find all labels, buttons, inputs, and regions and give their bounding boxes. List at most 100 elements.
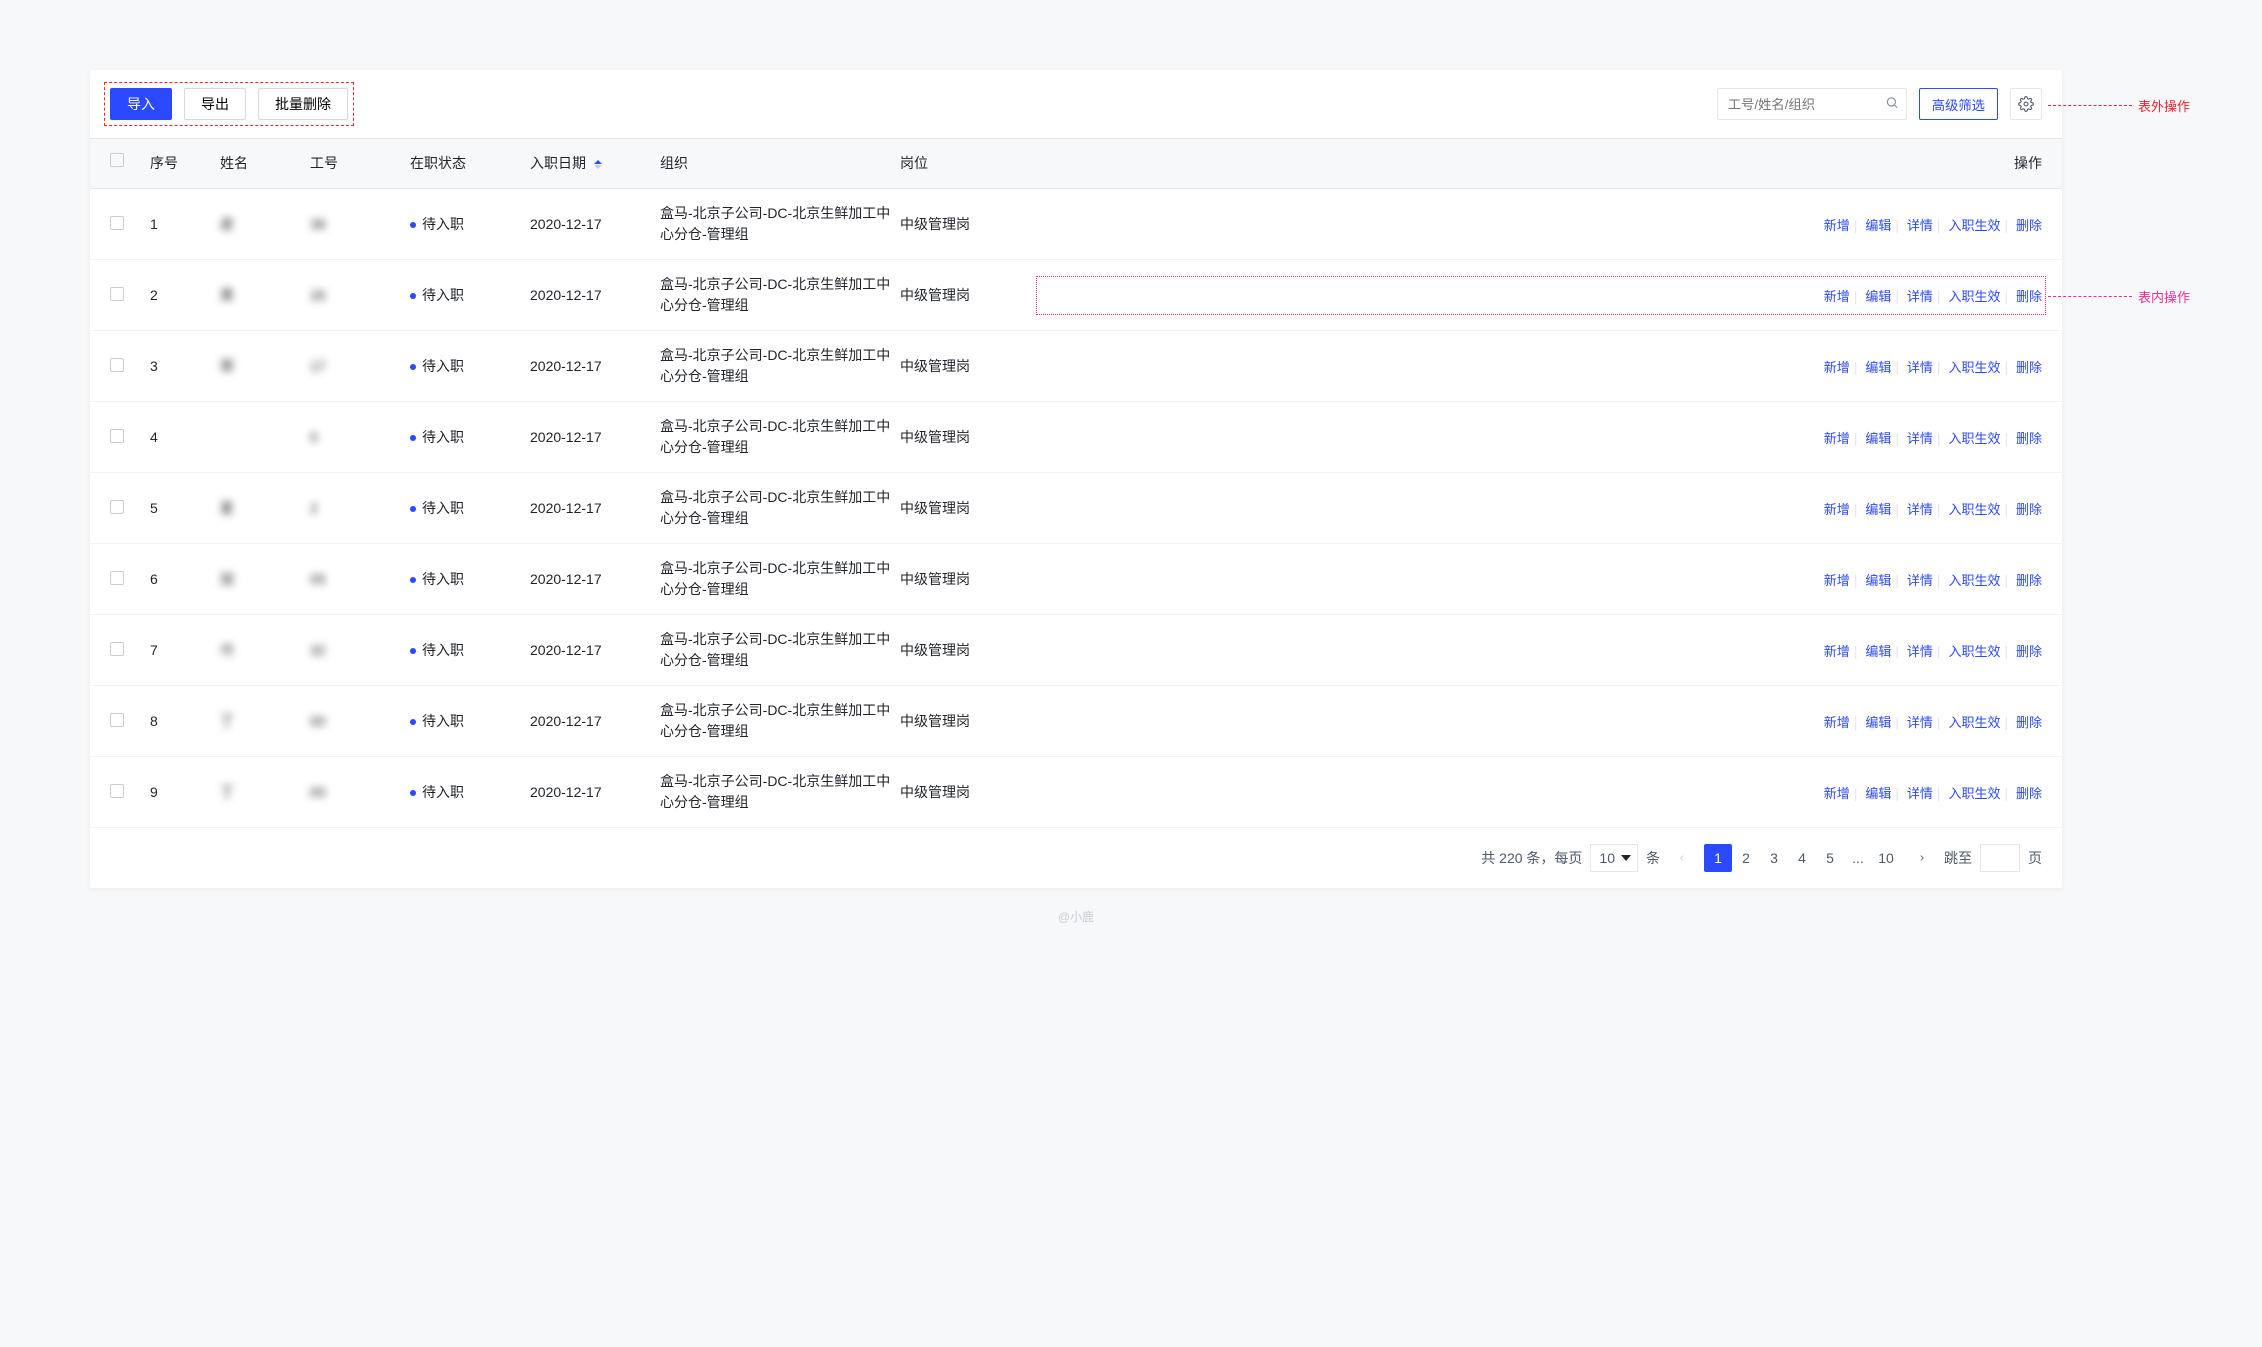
cell-org: 盒马-北京子公司-DC-北京生鲜加工中心分仓-管理组 (660, 558, 900, 600)
pager-page[interactable]: 10 (1872, 844, 1900, 872)
row-checkbox[interactable] (110, 500, 124, 514)
action-activate[interactable]: 入职生效 (1948, 573, 2000, 588)
action-edit[interactable]: 编辑 (1865, 431, 1891, 446)
action-add[interactable]: 新增 (1824, 786, 1850, 801)
action-delete[interactable]: 删除 (2016, 715, 2042, 730)
action-detail[interactable]: 详情 (1907, 573, 1933, 588)
action-add[interactable]: 新增 (1824, 573, 1850, 588)
action-edit[interactable]: 编辑 (1865, 502, 1891, 517)
cell-date: 2020-12-17 (530, 287, 660, 303)
pager-ellipsis: ... (1844, 844, 1872, 872)
row-checkbox[interactable] (110, 571, 124, 585)
action-add[interactable]: 新增 (1824, 715, 1850, 730)
page-size-suffix: 条 (1646, 848, 1660, 868)
action-edit[interactable]: 编辑 (1865, 573, 1891, 588)
action-edit[interactable]: 编辑 (1865, 786, 1891, 801)
settings-button[interactable] (2010, 88, 2042, 120)
checkbox-select-all[interactable] (110, 153, 124, 167)
pager-page[interactable]: 5 (1816, 844, 1844, 872)
cell-index: 3 (150, 358, 220, 374)
action-activate[interactable]: 入职生效 (1948, 715, 2000, 730)
row-checkbox[interactable] (110, 429, 124, 443)
prev-page-button[interactable] (1668, 844, 1696, 872)
col-header-position: 岗位 (900, 153, 1040, 174)
footer-credit: @小鹿 (90, 888, 2062, 945)
cell-index: 5 (150, 500, 220, 516)
action-detail[interactable]: 详情 (1907, 715, 1933, 730)
action-delete[interactable]: 删除 (2016, 431, 2042, 446)
action-activate[interactable]: 入职生效 (1948, 289, 2000, 304)
action-delete[interactable]: 删除 (2016, 502, 2042, 517)
action-add[interactable]: 新增 (1824, 502, 1850, 517)
cell-emp-id: 2 (310, 500, 410, 516)
action-activate[interactable]: 入职生效 (1948, 218, 2000, 233)
action-activate[interactable]: 入职生效 (1948, 431, 2000, 446)
pager-page[interactable]: 1 (1704, 844, 1732, 872)
export-button[interactable]: 导出 (184, 88, 246, 120)
action-edit[interactable]: 编辑 (1865, 644, 1891, 659)
action-add[interactable]: 新增 (1824, 360, 1850, 375)
page-size-select[interactable]: 10 (1590, 844, 1638, 872)
cell-actions: 新增| 编辑| 详情| 入职生效| 删除 (1040, 641, 2042, 660)
cell-emp-id: 26 (310, 287, 410, 303)
action-activate[interactable]: 入职生效 (1948, 502, 2000, 517)
action-detail[interactable]: 详情 (1907, 502, 1933, 517)
cell-name: 加 (220, 569, 310, 589)
action-edit[interactable]: 编辑 (1865, 218, 1891, 233)
action-detail[interactable]: 详情 (1907, 360, 1933, 375)
action-delete[interactable]: 删除 (2016, 360, 2042, 375)
next-page-button[interactable] (1908, 844, 1936, 872)
cell-emp-id: 00 (310, 784, 410, 800)
action-activate[interactable]: 入职生效 (1948, 786, 2000, 801)
cell-date: 2020-12-17 (530, 429, 660, 445)
action-detail[interactable]: 详情 (1907, 431, 1933, 446)
action-edit[interactable]: 编辑 (1865, 715, 1891, 730)
action-edit[interactable]: 编辑 (1865, 360, 1891, 375)
table-row: 4 0 待入职 2020-12-17 盒马-北京子公司-DC-北京生鲜加工中心分… (90, 402, 2062, 473)
import-button[interactable]: 导入 (110, 88, 172, 120)
cell-position: 中级管理岗 (900, 569, 1040, 589)
pager-page[interactable]: 2 (1732, 844, 1760, 872)
action-delete[interactable]: 删除 (2016, 644, 2042, 659)
page-jump-input[interactable] (1980, 844, 2020, 872)
cell-org: 盒马-北京子公司-DC-北京生鲜加工中心分仓-管理组 (660, 274, 900, 316)
cell-actions: 新增| 编辑| 详情| 入职生效| 删除 (1040, 570, 2042, 589)
action-delete[interactable]: 删除 (2016, 573, 2042, 588)
action-detail[interactable]: 详情 (1907, 786, 1933, 801)
toolbar-left: 导入 导出 批量删除 (110, 88, 348, 120)
cell-index: 4 (150, 429, 220, 445)
action-detail[interactable]: 详情 (1907, 644, 1933, 659)
row-checkbox[interactable] (110, 287, 124, 301)
action-edit[interactable]: 编辑 (1865, 289, 1891, 304)
col-header-hire-date[interactable]: 入职日期 (530, 153, 660, 174)
row-checkbox[interactable] (110, 358, 124, 372)
cell-org: 盒马-北京子公司-DC-北京生鲜加工中心分仓-管理组 (660, 629, 900, 671)
action-detail[interactable]: 详情 (1907, 289, 1933, 304)
cell-position: 中级管理岗 (900, 214, 1040, 234)
action-add[interactable]: 新增 (1824, 431, 1850, 446)
action-add[interactable]: 新增 (1824, 218, 1850, 233)
action-add[interactable]: 新增 (1824, 644, 1850, 659)
row-checkbox[interactable] (110, 216, 124, 230)
search-input[interactable] (1717, 88, 1907, 120)
toolbar-right: 高级筛选 (1717, 88, 2042, 120)
cell-emp-id: 32 (310, 642, 410, 658)
action-delete[interactable]: 删除 (2016, 786, 2042, 801)
action-activate[interactable]: 入职生效 (1948, 644, 2000, 659)
action-activate[interactable]: 入职生效 (1948, 360, 2000, 375)
cell-index: 2 (150, 287, 220, 303)
cell-status: 待入职 (410, 711, 530, 731)
pager-page[interactable]: 4 (1788, 844, 1816, 872)
batch-delete-button[interactable]: 批量删除 (258, 88, 348, 120)
row-checkbox[interactable] (110, 784, 124, 798)
row-checkbox[interactable] (110, 713, 124, 727)
action-delete[interactable]: 删除 (2016, 289, 2042, 304)
action-add[interactable]: 新增 (1824, 289, 1850, 304)
cell-date: 2020-12-17 (530, 571, 660, 587)
row-checkbox[interactable] (110, 642, 124, 656)
advanced-filter-button[interactable]: 高级筛选 (1919, 88, 1998, 120)
pager-page[interactable]: 3 (1760, 844, 1788, 872)
table-row: 1 皮 38 待入职 2020-12-17 盒马-北京子公司-DC-北京生鲜加工… (90, 189, 2062, 260)
action-detail[interactable]: 详情 (1907, 218, 1933, 233)
action-delete[interactable]: 删除 (2016, 218, 2042, 233)
